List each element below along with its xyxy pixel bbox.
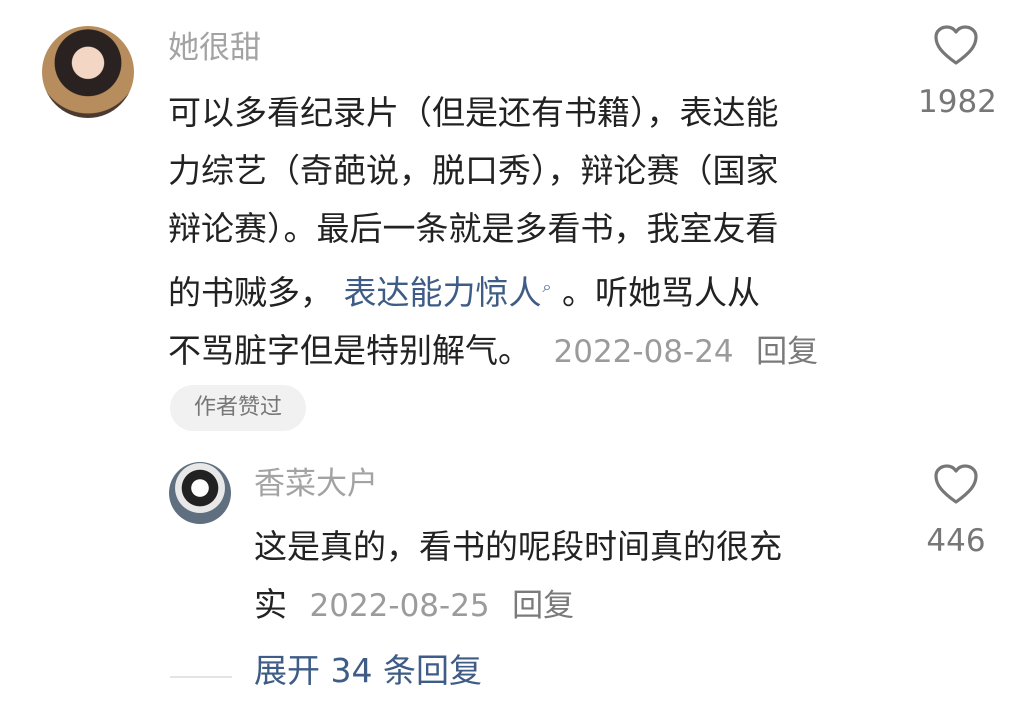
main-comment-last-text: 不骂脏字但是特别解气。 xyxy=(168,331,531,370)
heart-icon[interactable] xyxy=(933,25,979,67)
main-username[interactable]: 她很甜 xyxy=(168,33,261,64)
main-like-button[interactable]: 1982 xyxy=(918,25,997,120)
main-comment-line-4-start: 的书贼多， xyxy=(168,273,333,312)
search-icon[interactable]: ⌕ xyxy=(543,258,552,316)
main-comment-line-3: 辩论赛）。最后一条就是多看书，我室友看 xyxy=(168,209,779,248)
reply-comment-last-text: 实 xyxy=(254,585,287,624)
reply-comment-reply-button[interactable]: 回复 xyxy=(512,588,574,624)
reply-like-count: 446 xyxy=(926,523,986,559)
heart-icon[interactable] xyxy=(933,464,979,506)
main-comment-line-5: 不骂脏字但是特别解气。 2022-08-24 回复 xyxy=(168,322,888,381)
reply-like-button[interactable]: 446 xyxy=(918,464,994,557)
main-comment-line-4: 的书贼多， 表达能力惊人⌕ 。听她骂人从 xyxy=(168,258,888,322)
expand-divider xyxy=(170,676,232,678)
main-user-avatar[interactable] xyxy=(42,26,134,118)
reply-user-avatar[interactable] xyxy=(169,462,231,524)
main-comment-date: 2022-08-24 xyxy=(553,334,734,370)
main-comment-line-2: 力综艺（奇葩说，脱口秀），辩论赛（国家 xyxy=(168,151,779,190)
main-comment-text: 可以多看纪录片（但是还有书籍），表达能 力综艺（奇葩说，脱口秀），辩论赛（国家 … xyxy=(168,84,888,381)
main-comment-line-1: 可以多看纪录片（但是还有书籍），表达能 xyxy=(168,93,779,132)
reply-comment-text: 这是真的，看书的呢段时间真的很充 实 2022-08-25 回复 xyxy=(254,518,874,635)
main-like-count: 1982 xyxy=(918,84,997,120)
reply-comment-line-1: 这是真的，看书的呢段时间真的很充 xyxy=(254,527,782,566)
reply-comment-line-2: 实 2022-08-25 回复 xyxy=(254,576,874,635)
main-comment-line-4-end: 。听她骂人从 xyxy=(561,273,760,312)
reply-username[interactable]: 香菜大户 xyxy=(254,469,378,500)
expand-replies-label[interactable]: 展开 34 条回复 xyxy=(254,654,482,687)
search-keyword-link[interactable]: 表达能力惊人⌕ xyxy=(344,273,562,312)
author-liked-badge: 作者赞过 xyxy=(170,385,306,431)
reply-comment-date: 2022-08-25 xyxy=(309,588,490,624)
search-keyword-text[interactable]: 表达能力惊人 xyxy=(344,273,542,312)
main-comment-reply-button[interactable]: 回复 xyxy=(756,334,818,370)
